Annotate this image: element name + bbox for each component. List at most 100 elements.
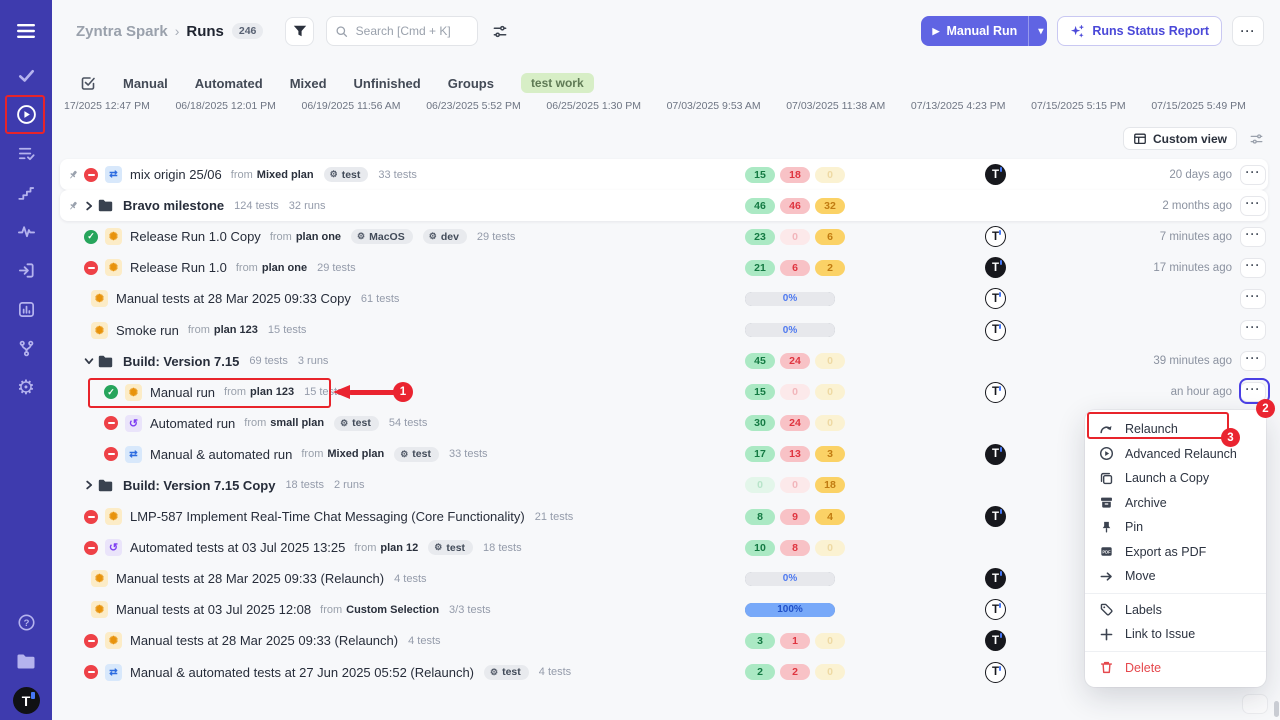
- row-more-button[interactable]: ···: [1240, 258, 1266, 278]
- run-row[interactable]: ✺Manual tests at 28 Mar 2025 09:33 Copy6…: [60, 283, 1268, 314]
- run-plan[interactable]: Mixed plan: [257, 169, 314, 181]
- run-plan[interactable]: plan one: [262, 262, 307, 274]
- assignee-avatar[interactable]: T: [985, 662, 1006, 683]
- settings-gear-icon[interactable]: ⚙: [6, 368, 46, 407]
- assignee-avatar[interactable]: T: [985, 599, 1006, 620]
- chevron-down-icon[interactable]: ▾: [1029, 26, 1047, 37]
- run-plan[interactable]: plan 123: [250, 386, 294, 398]
- filter-button[interactable]: [285, 17, 314, 46]
- assignee-avatar[interactable]: T: [985, 257, 1006, 278]
- run-title[interactable]: Release Run 1.0: [130, 260, 227, 275]
- row-more-button[interactable]: ···: [1240, 227, 1266, 247]
- row-more-button[interactable]: ···: [1240, 351, 1266, 371]
- chevron-down-icon[interactable]: [84, 356, 98, 366]
- run-title[interactable]: Manual tests at 28 Mar 2025 09:33 (Relau…: [116, 571, 384, 586]
- documents-folder-icon[interactable]: [6, 642, 46, 681]
- runs-status-report-button[interactable]: Runs Status Report: [1057, 16, 1222, 46]
- menu-item-move[interactable]: Move: [1085, 564, 1266, 589]
- run-title[interactable]: Build: Version 7.15 Copy: [123, 478, 275, 493]
- assignee-avatar[interactable]: T: [985, 568, 1006, 589]
- test-cases-check-icon[interactable]: [6, 56, 46, 95]
- assignee-avatar[interactable]: T: [985, 444, 1006, 465]
- row-more-button[interactable]: ···: [1240, 196, 1266, 216]
- run-title[interactable]: Manual tests at 03 Jul 2025 12:08: [116, 602, 311, 617]
- user-avatar[interactable]: T: [6, 681, 46, 720]
- assignee-avatar[interactable]: T: [985, 288, 1006, 309]
- tab-manual[interactable]: Manual: [123, 76, 168, 91]
- run-title[interactable]: mix origin 25/06: [130, 167, 222, 182]
- menu-item-delete[interactable]: Delete: [1085, 656, 1266, 681]
- assignee-avatar[interactable]: T: [985, 226, 1006, 247]
- run-row[interactable]: ✺Release Run 1.0fromplan one29 tests2162…: [60, 252, 1268, 283]
- display-settings-icon[interactable]: [492, 24, 508, 39]
- run-title[interactable]: Bravo milestone: [123, 198, 224, 213]
- tab-mixed[interactable]: Mixed: [290, 76, 327, 91]
- columns-settings-icon[interactable]: [1249, 132, 1264, 146]
- run-title[interactable]: Build: Version 7.15: [123, 354, 239, 369]
- run-timestamp: 2 months ago: [1162, 200, 1232, 212]
- reports-chart-icon[interactable]: [6, 290, 46, 329]
- menu-item-pin[interactable]: Pin: [1085, 515, 1266, 540]
- row-more-button[interactable]: [1242, 694, 1268, 714]
- defects-pulse-icon[interactable]: [6, 212, 46, 251]
- row-more-button[interactable]: ···: [1240, 165, 1266, 185]
- run-title[interactable]: LMP-587 Implement Real-Time Chat Messagi…: [130, 509, 525, 524]
- run-row[interactable]: ✓✺Release Run 1.0 Copyfromplan one⚙MacOS…: [60, 221, 1268, 252]
- run-title[interactable]: Automated run: [150, 416, 235, 431]
- menu-item-labels[interactable]: Labels: [1085, 598, 1266, 623]
- scrollbar-thumb[interactable]: [1274, 701, 1279, 717]
- help-icon[interactable]: ?: [6, 603, 46, 642]
- group-row[interactable]: Build: Version 7.1569 tests3 runs4524039…: [60, 346, 1268, 377]
- run-title[interactable]: Manual & automated tests at 27 Jun 2025 …: [130, 665, 474, 680]
- run-title[interactable]: Automated tests at 03 Jul 2025 13:25: [130, 540, 345, 555]
- chevron-right-icon[interactable]: [84, 480, 98, 490]
- tag-badge[interactable]: test work: [521, 73, 594, 93]
- custom-view-button[interactable]: Custom view: [1123, 127, 1237, 150]
- search-box[interactable]: [326, 16, 478, 46]
- group-row[interactable]: Bravo milestone124 tests32 runs4646322 m…: [60, 190, 1268, 221]
- menu-item-label: Export as PDF: [1125, 545, 1206, 559]
- menu-icon[interactable]: [6, 14, 46, 48]
- menu-item-export-as-pdf[interactable]: PDFExport as PDF: [1085, 540, 1266, 565]
- assignee-avatar[interactable]: T: [985, 506, 1006, 527]
- run-title[interactable]: Smoke run: [116, 323, 179, 338]
- assignee-avatar[interactable]: T: [985, 382, 1006, 403]
- assignee-avatar[interactable]: T: [985, 320, 1006, 341]
- integrations-branch-icon[interactable]: [6, 329, 46, 368]
- assignee-avatar[interactable]: T: [985, 164, 1006, 185]
- milestones-steps-icon[interactable]: [6, 173, 46, 212]
- run-plan[interactable]: plan 123: [214, 324, 258, 336]
- search-input[interactable]: [354, 23, 469, 39]
- run-row[interactable]: ⇄mix origin 25/06fromMixed plan⚙test33 t…: [60, 159, 1268, 190]
- import-icon[interactable]: [6, 251, 46, 290]
- run-row[interactable]: ✓✺Manual runfromplan 12315 tests1500Tan …: [60, 377, 1268, 408]
- run-title[interactable]: Manual tests at 28 Mar 2025 09:33 Copy: [116, 291, 351, 306]
- header-more-button[interactable]: ···: [1232, 16, 1264, 46]
- run-plan[interactable]: plan one: [296, 231, 341, 243]
- run-plan[interactable]: plan 12: [380, 542, 418, 554]
- tab-unfinished[interactable]: Unfinished: [354, 76, 421, 91]
- row-more-button[interactable]: ···: [1240, 320, 1266, 340]
- run-plan[interactable]: Mixed plan: [327, 448, 384, 460]
- shared-steps-icon[interactable]: [6, 134, 46, 173]
- run-title[interactable]: Manual run: [150, 385, 215, 400]
- breadcrumb-project[interactable]: Zyntra Spark: [76, 23, 168, 40]
- run-plan[interactable]: Custom Selection: [346, 604, 439, 616]
- menu-item-link-to-issue[interactable]: Link to Issue: [1085, 622, 1266, 647]
- menu-item-archive[interactable]: Archive: [1085, 491, 1266, 516]
- menu-item-advanced-relaunch[interactable]: Advanced Relaunch: [1085, 442, 1266, 467]
- manual-run-button[interactable]: ▶ Manual Run ▾: [921, 16, 1048, 46]
- tab-groups[interactable]: Groups: [448, 76, 494, 91]
- chevron-right-icon[interactable]: [84, 201, 98, 211]
- assignee-avatar[interactable]: T: [985, 630, 1006, 651]
- tab-automated[interactable]: Automated: [195, 76, 263, 91]
- run-title[interactable]: Manual & automated run: [150, 447, 292, 462]
- run-title[interactable]: Release Run 1.0 Copy: [130, 229, 261, 244]
- run-title[interactable]: Manual tests at 28 Mar 2025 09:33 (Relau…: [130, 633, 398, 648]
- select-all-icon[interactable]: [80, 75, 96, 91]
- menu-item-launch-a-copy[interactable]: Launch a Copy: [1085, 466, 1266, 491]
- runs-play-icon[interactable]: [6, 95, 46, 134]
- run-plan[interactable]: small plan: [270, 417, 324, 429]
- run-row[interactable]: ✺Smoke runfromplan 12315 tests0%T···: [60, 314, 1268, 345]
- row-more-button[interactable]: ···: [1240, 289, 1266, 309]
